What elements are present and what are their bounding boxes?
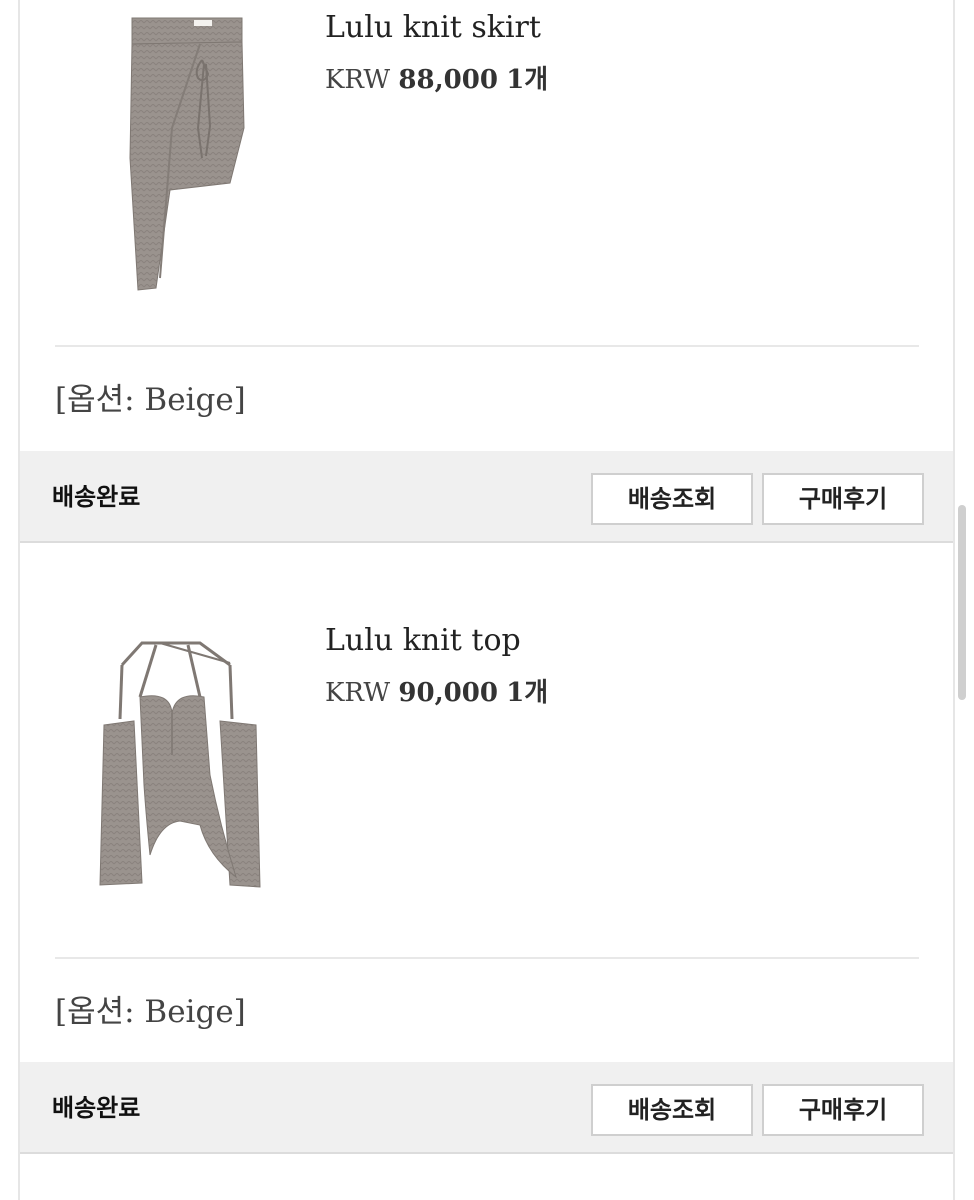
- write-review-button[interactable]: 구매후기: [762, 473, 924, 525]
- price-amount: 88,000: [398, 65, 498, 95]
- order-item: Lulu knit top KRW 90,000 1개 [옵션: Beige] …: [20, 545, 953, 1157]
- divider: [55, 957, 919, 959]
- track-delivery-button[interactable]: 배송조회: [591, 1084, 753, 1136]
- product-option: [옵션: Beige]: [55, 382, 246, 418]
- product-name[interactable]: Lulu knit skirt: [325, 8, 548, 48]
- quantity: 1개: [506, 65, 549, 95]
- delivery-status: 배송완료: [52, 483, 141, 511]
- knit-top-image: [99, 641, 261, 888]
- product-thumbnail[interactable]: [60, 615, 270, 905]
- currency: KRW: [325, 678, 391, 708]
- track-delivery-button[interactable]: 배송조회: [591, 473, 753, 525]
- currency: KRW: [325, 65, 391, 95]
- order-status-bar: 배송완료 배송조회 구매후기: [20, 1062, 953, 1154]
- product-name[interactable]: Lulu knit top: [325, 621, 548, 661]
- product-thumbnail[interactable]: [60, 8, 270, 298]
- order-list-panel: Lulu knit skirt KRW 88,000 1개 [옵션: Beige…: [18, 0, 955, 1200]
- order-status-bar: 배송완료 배송조회 구매후기: [20, 451, 953, 543]
- delivery-status: 배송완료: [52, 1094, 141, 1122]
- product-info: Lulu knit top KRW 90,000 1개: [325, 621, 548, 711]
- quantity: 1개: [506, 678, 549, 708]
- product-price: KRW 90,000 1개: [325, 675, 548, 711]
- divider: [55, 345, 919, 347]
- order-item: Lulu knit skirt KRW 88,000 1개 [옵션: Beige…: [20, 0, 953, 545]
- write-review-button[interactable]: 구매후기: [762, 1084, 924, 1136]
- price-amount: 90,000: [398, 678, 498, 708]
- product-option: [옵션: Beige]: [55, 994, 246, 1030]
- scrollbar-thumb[interactable]: [958, 505, 966, 700]
- product-price: KRW 88,000 1개: [325, 62, 548, 98]
- knit-skirt-image: [129, 17, 245, 291]
- product-info: Lulu knit skirt KRW 88,000 1개: [325, 8, 548, 98]
